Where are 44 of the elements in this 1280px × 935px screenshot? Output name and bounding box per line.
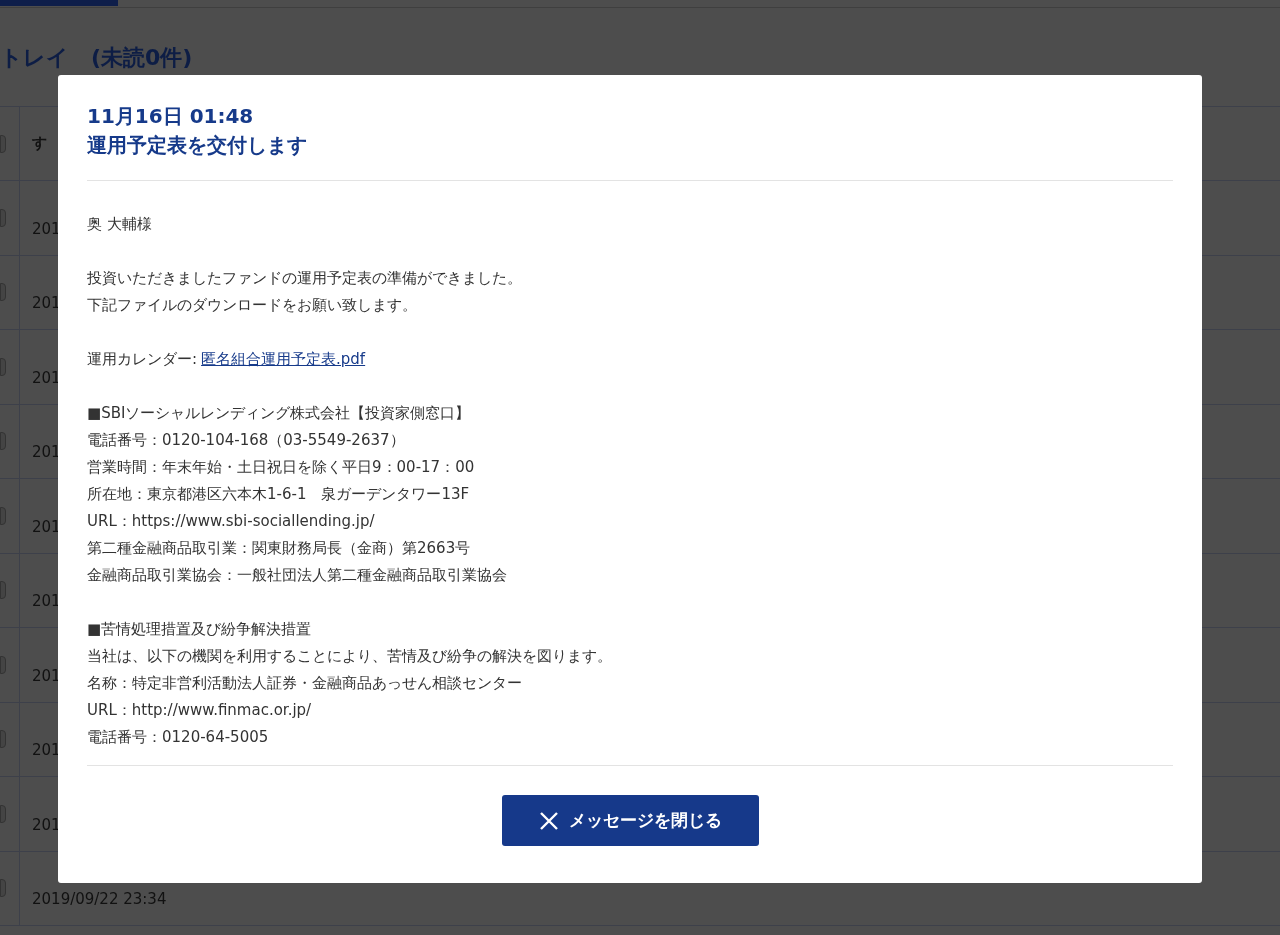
message-text: 当社は、以下の機関を利用することにより、苦情及び紛争の解決を図ります。 [87,646,613,668]
checkbox[interactable] [0,655,6,674]
message-text: 下記ファイルのダウンロードをお願い致します。 [87,295,418,317]
checkbox[interactable] [0,506,6,525]
message-text: 投資いただきましたファンドの運用予定表の準備ができました。 [87,268,523,290]
checkbox[interactable] [0,804,6,823]
close-icon [538,810,559,831]
message-text: ■苦情処理措置及び紛争解決措置 [87,619,313,641]
close-message-button[interactable]: メッセージを閉じる [501,795,759,846]
message-title: 運用予定表を交付します [87,132,308,159]
message-datetime: 11月16日 01:48 [87,103,255,130]
column-header: す [32,133,47,155]
message-text: 名称：特定非営利活動法人証券・金融商品あっせん相談センター [87,673,523,695]
table-cell-text: 201 [32,442,61,463]
table-cell-text: 201 [32,367,61,388]
checkbox[interactable] [0,208,6,227]
message-text: 営業時間：年末年始・土日祝日を除く平日9：00-17：00 [87,457,476,479]
table-cell-text: 201 [32,218,61,239]
table-cell-text: 201 [32,591,61,612]
checkbox[interactable] [0,730,6,749]
table-cell-text: 201 [32,293,61,314]
message-text: 電話番号：0120-64-5005 [87,727,270,749]
table-cell-text: 201 [32,516,61,537]
checkbox[interactable] [0,283,6,302]
table-cell-text: 201 [32,740,61,761]
message-text: ■SBIソーシャルレンディング株式会社【投資家側窓口】 [87,403,472,425]
link-label: 運用カレンダー: [87,349,198,371]
message-text: 所在地：東京都港区六本木1-6-1 泉ガーデンタワー13F [87,484,471,506]
message-text: 電話番号：0120-104-168（03-5549-2637） [87,430,406,452]
message-text: 第二種金融商品取引業：関東財務局長（金商）第2663号 [87,538,472,560]
checkbox[interactable] [0,879,6,898]
checkbox[interactable] [0,134,6,153]
table-cell-text: 201 [32,665,61,686]
message-text: 金融商品取引業協会：一般社団法人第二種金融商品取引業協会 [87,565,508,587]
page-heading: トレイ (未読0件) [0,43,193,72]
pdf-link[interactable]: 匿名組合運用予定表.pdf [201,348,366,371]
checkbox[interactable] [0,432,6,451]
message-text: 奥 大輔様 [87,214,153,236]
table-cell-text: 201 [32,814,61,835]
table-cell-text: 2019/09/22 23:34 [32,889,167,910]
message-text: URL：http://www.finmac.or.jp/ [87,700,313,722]
checkbox[interactable] [0,581,6,600]
message-text: URL：https://www.sbi-sociallending.jp/ [87,511,376,533]
checkbox[interactable] [0,357,6,376]
